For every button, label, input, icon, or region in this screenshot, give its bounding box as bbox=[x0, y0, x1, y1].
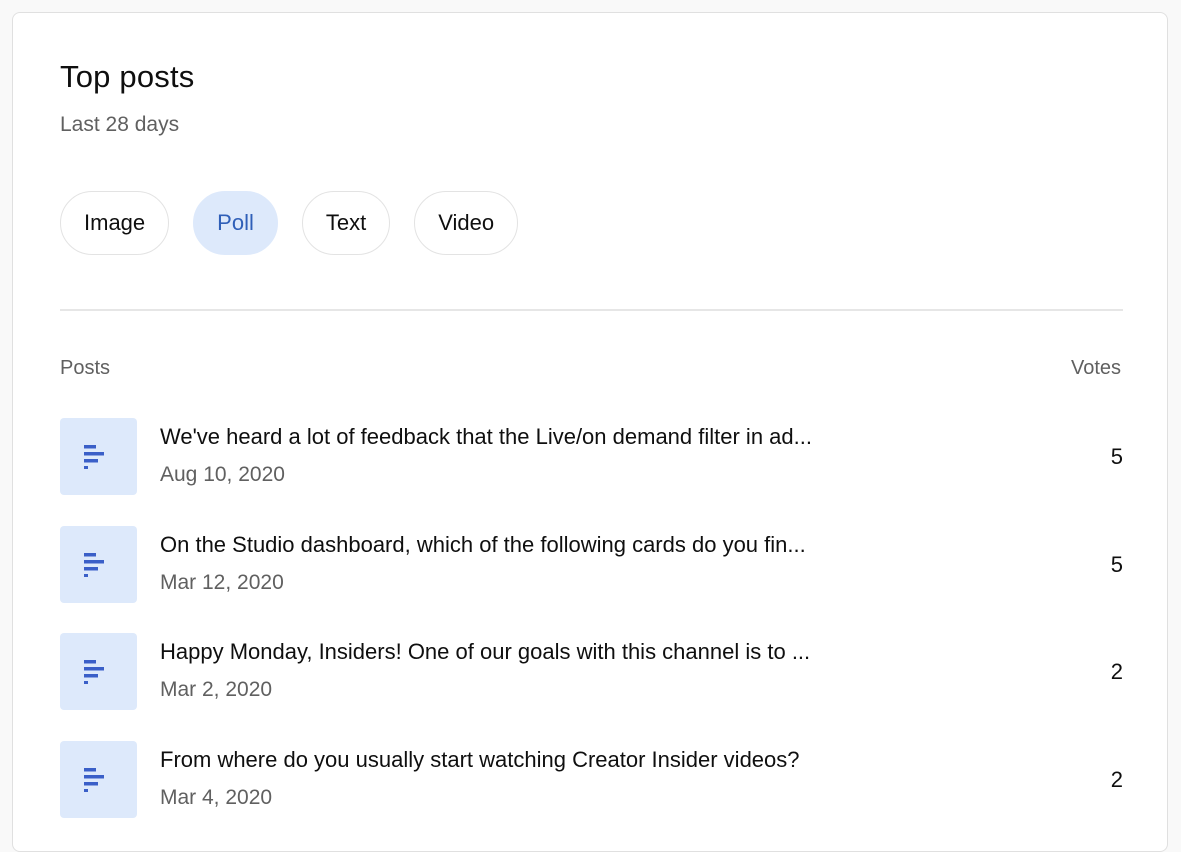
card-subtitle: Last 28 days bbox=[60, 113, 180, 136]
post-title: On the Studio dashboard, which of the fo… bbox=[160, 532, 806, 557]
post-thumbnail bbox=[60, 418, 137, 495]
post-date: Aug 10, 2020 bbox=[160, 463, 285, 486]
post-type-filters: Image Poll Text Video bbox=[60, 191, 519, 255]
post-votes: 5 bbox=[1110, 552, 1123, 577]
post-title: From where do you usually start watching… bbox=[160, 747, 800, 772]
post-thumbnail bbox=[60, 633, 137, 710]
post-title: Happy Monday, Insiders! One of our goals… bbox=[160, 639, 811, 664]
post-votes: 2 bbox=[1110, 659, 1123, 684]
top-posts-card: Top posts Last 28 days Image Poll Text V… bbox=[12, 12, 1168, 852]
post-thumbnail bbox=[60, 526, 137, 603]
filter-chip-text[interactable]: Text bbox=[301, 191, 391, 255]
table-row[interactable]: Happy Monday, Insiders! One of our goals… bbox=[60, 633, 1123, 711]
post-votes: 5 bbox=[1110, 444, 1123, 469]
post-votes: 2 bbox=[1110, 767, 1123, 792]
filter-chip-poll[interactable]: Poll bbox=[193, 191, 278, 255]
poll-icon bbox=[84, 445, 104, 469]
votes-column-header: Votes bbox=[1070, 357, 1121, 379]
post-thumbnail bbox=[60, 741, 137, 818]
post-date: Mar 12, 2020 bbox=[160, 571, 284, 594]
poll-icon bbox=[84, 660, 104, 684]
posts-column-header: Posts bbox=[60, 357, 111, 379]
table-row[interactable]: On the Studio dashboard, which of the fo… bbox=[60, 526, 1123, 604]
filter-chip-image[interactable]: Image bbox=[60, 191, 170, 255]
filter-chip-video[interactable]: Video bbox=[414, 191, 519, 255]
divider bbox=[60, 309, 1123, 311]
table-row[interactable]: From where do you usually start watching… bbox=[60, 741, 1123, 819]
post-title: We've heard a lot of feedback that the L… bbox=[160, 424, 812, 449]
table-row[interactable]: We've heard a lot of feedback that the L… bbox=[60, 418, 1123, 496]
poll-icon bbox=[84, 553, 104, 577]
poll-icon bbox=[84, 768, 104, 792]
card-title: Top posts bbox=[60, 59, 195, 94]
post-date: Mar 4, 2020 bbox=[160, 786, 273, 809]
post-date: Mar 2, 2020 bbox=[160, 678, 273, 701]
